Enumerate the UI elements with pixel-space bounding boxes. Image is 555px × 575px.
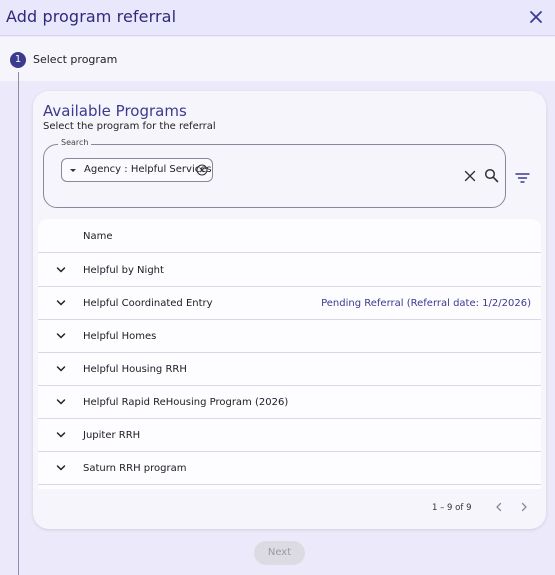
expand-chevron-icon[interactable] xyxy=(56,431,66,439)
table-row[interactable]: Helpful Rapid ReHousing Program (2026) xyxy=(38,386,541,419)
clear-icon[interactable] xyxy=(464,170,476,182)
table-row[interactable]: Helpful Housing RRH xyxy=(38,353,541,386)
next-button[interactable]: Next xyxy=(254,541,305,565)
expand-chevron-icon[interactable] xyxy=(56,365,66,373)
close-icon[interactable] xyxy=(527,8,545,26)
card-title: Available Programs xyxy=(43,102,187,120)
program-name: Helpful Coordinated Entry xyxy=(83,298,213,309)
program-name: Helpful Rapid ReHousing Program (2026) xyxy=(83,397,289,408)
expand-chevron-icon[interactable] xyxy=(56,464,66,472)
program-name: Jupiter RRH xyxy=(83,430,141,441)
chip-label: Agency : Helpful Services xyxy=(84,164,212,175)
expand-chevron-icon[interactable] xyxy=(56,299,66,307)
dialog-title: Add program referral xyxy=(6,7,177,26)
table-header: Name xyxy=(38,219,541,253)
available-programs-card: Available Programs Select the program fo… xyxy=(33,91,546,529)
search-legend: Search xyxy=(58,138,92,147)
dialog-header: Add program referral xyxy=(0,0,555,36)
remove-chip-icon[interactable] xyxy=(196,164,208,176)
chevron-right-icon[interactable] xyxy=(519,502,529,512)
referral-status: Pending Referral (Referral date: 1/2/202… xyxy=(321,298,531,309)
table-row[interactable]: Helpful Homes xyxy=(38,320,541,353)
program-name: Helpful Housing RRH xyxy=(83,364,187,375)
expand-chevron-icon[interactable] xyxy=(56,266,66,274)
table-row[interactable]: Jupiter RRH xyxy=(38,419,541,452)
search-field[interactable]: Search Agency : Helpful Services xyxy=(43,138,506,208)
program-name: Helpful by Night xyxy=(83,265,164,276)
expand-chevron-icon[interactable] xyxy=(56,398,66,406)
chevron-down-icon[interactable] xyxy=(70,169,76,172)
filter-icon[interactable] xyxy=(515,172,530,184)
expand-chevron-icon[interactable] xyxy=(56,332,66,340)
table-row[interactable]: Saturn RRH program xyxy=(38,452,541,485)
agency-filter-chip[interactable]: Agency : Helpful Services xyxy=(61,158,213,182)
program-name: Saturn RRH program xyxy=(83,463,187,474)
program-name: Helpful Homes xyxy=(83,331,157,342)
table-row[interactable]: Helpful by Night xyxy=(38,254,541,287)
card-subtitle: Select the program for the referral xyxy=(43,121,216,132)
pagination-range: 1 – 9 of 9 xyxy=(432,503,472,513)
table-row[interactable]: Helpful Coordinated Entry Pending Referra… xyxy=(38,287,541,320)
stepper: 1 Select program xyxy=(0,37,555,81)
column-header-name[interactable]: Name xyxy=(83,231,113,242)
step-label: Select program xyxy=(33,53,118,66)
stepper-connector-line xyxy=(18,72,19,575)
search-icon[interactable] xyxy=(484,168,499,183)
programs-table: Name Helpful by Night Helpful Coordinated… xyxy=(38,219,541,489)
chevron-left-icon[interactable] xyxy=(494,502,504,512)
step-number-badge: 1 xyxy=(10,52,26,68)
